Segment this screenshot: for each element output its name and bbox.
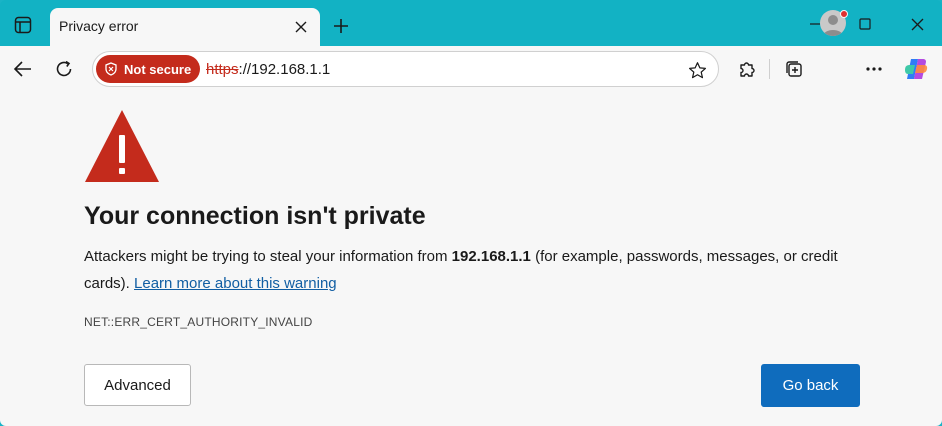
security-label: Not secure <box>124 61 192 77</box>
tab-privacy-error[interactable]: Privacy error <box>50 8 320 46</box>
back-arrow-icon <box>13 61 31 77</box>
copilot-icon <box>905 59 928 79</box>
tab-title: Privacy error <box>59 18 139 34</box>
close-icon <box>911 18 923 30</box>
maximize-button[interactable] <box>850 10 880 38</box>
advanced-button[interactable]: Advanced <box>84 364 191 406</box>
more-button[interactable] <box>859 54 889 84</box>
error-page: Your connection isn't private Attackers … <box>0 92 942 426</box>
notification-dot <box>840 10 848 18</box>
copilot-button[interactable] <box>901 54 931 84</box>
extensions-button[interactable] <box>732 54 762 84</box>
learn-more-link[interactable]: Learn more about this warning <box>134 275 337 292</box>
address-bar[interactable]: Not secure https://192.168.1.1 <box>92 51 719 87</box>
maximize-icon <box>859 18 871 30</box>
collections-icon <box>786 61 802 77</box>
tab-actions-icon <box>14 16 32 34</box>
refresh-button[interactable] <box>49 54 79 84</box>
browser-window: Privacy error Not secure https://192.168… <box>0 0 942 426</box>
error-description: Attackers might be trying to steal your … <box>84 243 864 297</box>
close-icon <box>295 21 307 33</box>
star-icon <box>688 61 706 78</box>
tab-actions-button[interactable] <box>10 12 36 38</box>
more-icon <box>866 67 882 71</box>
page-title: Your connection isn't private <box>84 202 426 230</box>
url-text[interactable]: https://192.168.1.1 <box>206 61 330 78</box>
new-tab-button[interactable] <box>328 13 354 39</box>
desc-host: 192.168.1.1 <box>451 248 531 265</box>
toolbar-divider <box>769 59 770 79</box>
favorite-button[interactable] <box>686 59 708 81</box>
collections-button[interactable] <box>779 54 809 84</box>
refresh-icon <box>56 60 72 77</box>
back-button[interactable] <box>8 54 38 84</box>
error-code: NET::ERR_CERT_AUTHORITY_INVALID <box>84 315 313 329</box>
window-close-button[interactable] <box>902 10 932 38</box>
security-indicator[interactable]: Not secure <box>96 55 200 83</box>
go-back-button[interactable]: Go back <box>761 364 860 407</box>
shield-warning-icon <box>105 62 117 76</box>
url-host: ://192.168.1.1 <box>238 61 331 78</box>
toolbar: Not secure https://192.168.1.1 <box>0 46 942 92</box>
tab-strip: Privacy error <box>0 0 942 46</box>
plus-icon <box>334 19 348 33</box>
puzzle-icon <box>740 62 755 77</box>
warning-triangle-icon <box>85 110 159 182</box>
tab-close-button[interactable] <box>292 18 310 36</box>
desc-text-1: Attackers might be trying to steal your … <box>84 248 452 265</box>
url-scheme: https <box>206 61 239 78</box>
